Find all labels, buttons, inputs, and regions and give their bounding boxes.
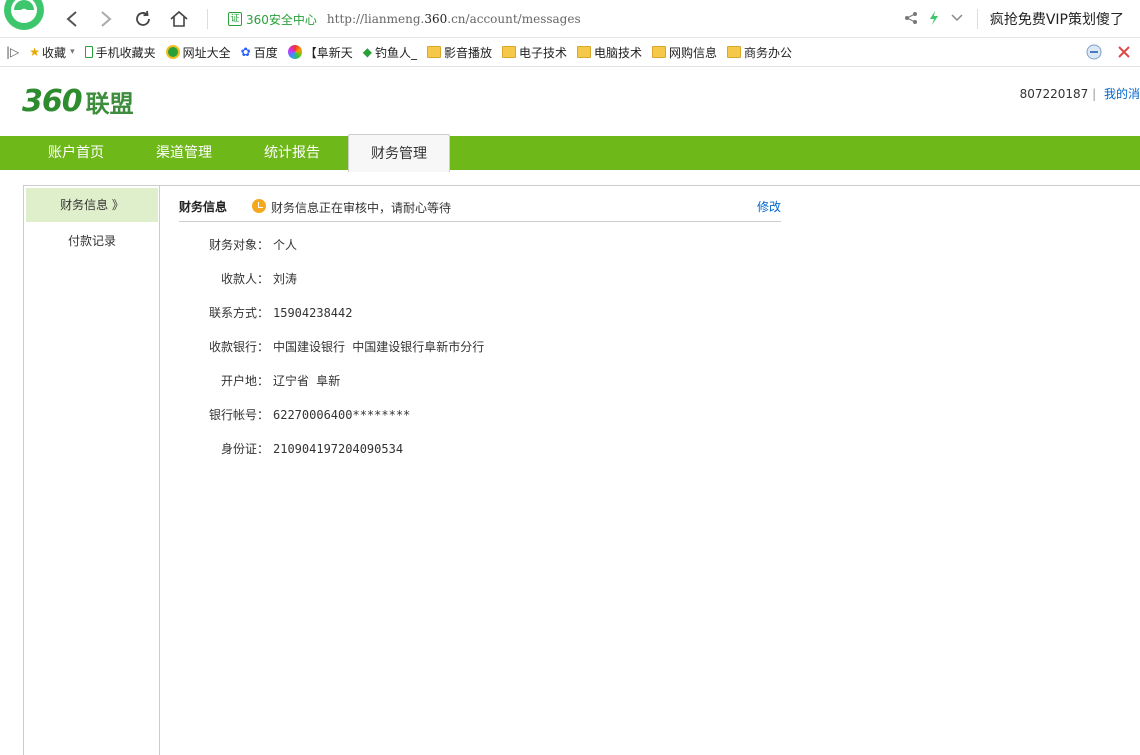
finance-row: 联系方式： 15904238442 (179, 304, 353, 321)
finance-value: 210904197204090534 (273, 442, 404, 456)
tab-channel-management[interactable]: 渠道管理 (156, 136, 212, 170)
tab-finance-management[interactable]: 财务管理 (348, 134, 450, 172)
finance-row: 银行帐号： 62270006400******** (179, 406, 410, 423)
phone-icon (84, 46, 93, 58)
finance-label: 银行帐号： (208, 408, 269, 422)
colorful-icon (287, 45, 302, 59)
panel-header: 财务信息 财务信息正在审核中，请耐心等待 修改 (179, 196, 781, 222)
finance-label: 收款银行： (208, 340, 269, 354)
finance-row: 身份证： 210904197204090534 (179, 440, 403, 457)
certificate-icon[interactable]: 证 (228, 12, 242, 26)
refresh-button[interactable] (131, 7, 155, 31)
tab-account-home[interactable]: 账户首页 (48, 136, 104, 170)
main-nav: 账户首页 渠道管理 统计报告 财务管理 (0, 134, 1140, 172)
address-bar[interactable]: 证 360安全中心 http://lianmeng.360.cn/account… (228, 9, 581, 29)
bookmark-folder-office[interactable]: 商务办公 (727, 44, 792, 61)
finance-value: 15904238442 (273, 306, 353, 320)
site-icon (165, 45, 180, 59)
back-icon (66, 11, 77, 27)
finance-row: 收款人： 刘涛 (179, 270, 297, 287)
bookmark-mobile[interactable]: 手机收藏夹 (84, 44, 156, 61)
folder-icon (652, 46, 667, 58)
home-button[interactable] (167, 7, 191, 31)
bookmark-fishing[interactable]: ◆ 钓鱼人_ (363, 44, 417, 61)
finance-label: 开户地： (220, 374, 269, 388)
sidebar-item-payment-records[interactable]: 付款记录 (26, 224, 158, 258)
tab-statistics-report[interactable]: 统计报告 (264, 136, 320, 170)
bookmark-site-nav[interactable]: 网址大全 (165, 44, 231, 61)
search-promo-text[interactable]: 疯抢免费VIP策划傻了 (990, 9, 1124, 29)
security-label[interactable]: 360安全中心 (246, 11, 317, 28)
browser-toolbar: 证 360安全中心 http://lianmeng.360.cn/account… (0, 0, 1140, 38)
scissors-icon[interactable] (1116, 44, 1132, 60)
sidebar-toggle-icon[interactable]: |▷ (6, 45, 19, 59)
finance-value: 刘涛 (273, 272, 298, 286)
star-icon: ★ (29, 45, 41, 59)
account-info: 807220187 | 我的消 (1019, 87, 1140, 101)
sidebar-item-finance-info[interactable]: 财务信息 》 (26, 188, 158, 222)
edit-link[interactable]: 修改 (757, 198, 781, 215)
refresh-icon (136, 10, 150, 26)
forward-button[interactable] (94, 7, 118, 31)
folder-icon (727, 46, 742, 58)
finance-label: 身份证： (220, 442, 269, 456)
sidebar: 财务信息 》 付款记录 (24, 186, 160, 755)
360-browser-icon[interactable] (2, 0, 46, 32)
bookmark-favorites[interactable]: ★ 收藏 ▾ (29, 44, 74, 61)
address-tools (904, 10, 964, 26)
fish-icon: ◆ (362, 45, 372, 59)
bookmarks-bar: |▷ ★ 收藏 ▾ 手机收藏夹 网址大全 ✿ 百度 【阜新天 ◆ 钓鱼人_ 影音播放 电… (0, 38, 1140, 67)
review-status-text: 财务信息正在审核中，请耐心等待 (271, 201, 452, 215)
finance-value: 中国建设银行 中国建设银行阜新市分行 (273, 340, 485, 354)
finance-label: 财务对象： (208, 238, 269, 252)
back-button[interactable] (60, 7, 84, 31)
account-id: 807220187 (1019, 87, 1089, 101)
forward-icon (101, 11, 112, 27)
folder-icon (577, 46, 591, 58)
url-text[interactable]: http://lianmeng.360.cn/account/messages (327, 12, 581, 26)
folder-icon (426, 46, 441, 58)
clock-icon (252, 199, 266, 213)
bookmark-folder-electronics[interactable]: 电子技术 (501, 44, 567, 61)
finance-value: 辽宁省 阜新 (273, 374, 341, 388)
bookmark-folder-computer[interactable]: 电脑技术 (577, 44, 642, 61)
share-icon[interactable] (904, 11, 918, 25)
finance-row: 收款银行： 中国建设银行 中国建设银行阜新市分行 (179, 338, 484, 355)
finance-label: 联系方式： (208, 306, 269, 320)
chevron-down-icon[interactable] (950, 13, 964, 23)
bookmark-folder-shopping[interactable]: 网购信息 (652, 44, 717, 61)
lightning-icon[interactable] (928, 10, 940, 26)
folder-icon (501, 46, 516, 58)
finance-value: 62270006400******** (273, 408, 411, 422)
panel-title: 财务信息 (179, 200, 228, 214)
bookmark-folder-media[interactable]: 影音播放 (426, 44, 492, 61)
minus-circle-icon[interactable] (1086, 44, 1102, 60)
my-messages-link[interactable]: 我的消 (1104, 87, 1140, 101)
content-frame: 财务信息 》 付款记录 财务信息 财务信息正在审核中，请耐心等待 修改 财务对象… (23, 185, 1140, 755)
finance-label: 收款人： (220, 272, 269, 286)
baidu-icon: ✿ (240, 45, 251, 59)
bookmark-fuxin[interactable]: 【阜新天 (287, 44, 353, 61)
home-icon (170, 10, 188, 27)
chevron-down-icon: ▾ (70, 47, 75, 57)
finance-row: 开户地： 辽宁省 阜新 (179, 372, 340, 389)
finance-row: 财务对象： 个人 (179, 236, 297, 253)
finance-value: 个人 (273, 238, 298, 252)
bookmark-baidu[interactable]: ✿ 百度 (241, 44, 278, 61)
site-logo[interactable]: 360 联盟 (22, 84, 134, 119)
